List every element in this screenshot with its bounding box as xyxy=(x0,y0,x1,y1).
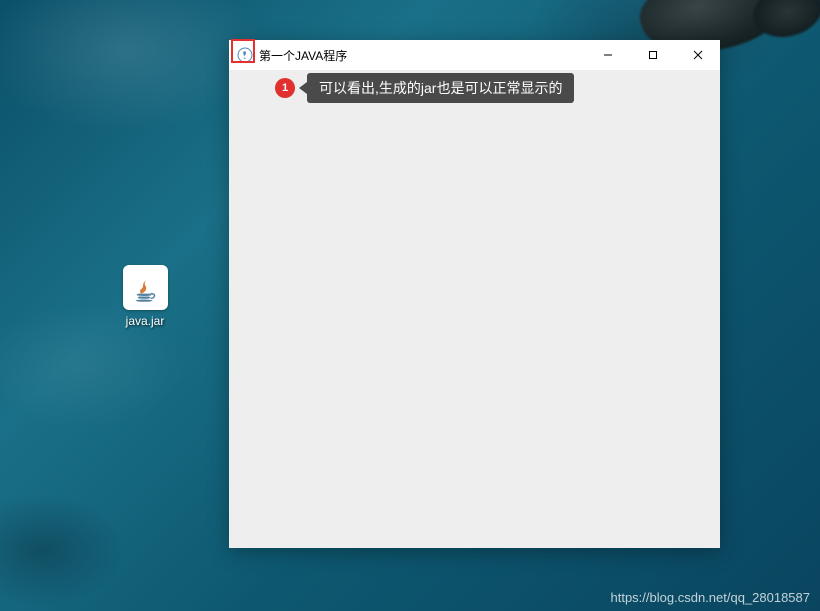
close-button[interactable] xyxy=(675,40,720,70)
desktop-background: java.jar 第一个JAVA程序 xyxy=(0,0,820,611)
annotation-arrow-icon xyxy=(299,82,307,94)
annotation-number-badge: 1 xyxy=(275,78,295,98)
java-jar-icon xyxy=(123,265,168,310)
maximize-button[interactable] xyxy=(630,40,675,70)
desktop-icon-java-jar[interactable]: java.jar xyxy=(113,265,177,328)
annotation-callout: 1 可以看出,生成的jar也是可以正常显示的 xyxy=(275,73,574,103)
minimize-button[interactable] xyxy=(585,40,630,70)
annotation-text: 可以看出,生成的jar也是可以正常显示的 xyxy=(307,73,574,103)
window-title: 第一个JAVA程序 xyxy=(259,47,585,64)
window-controls xyxy=(585,40,720,70)
watermark-url: https://blog.csdn.net/qq_28018587 xyxy=(611,590,811,605)
window-app-icon xyxy=(237,47,253,63)
app-window: 第一个JAVA程序 xyxy=(229,40,720,548)
desktop-icon-label: java.jar xyxy=(126,314,165,328)
window-client-area xyxy=(229,70,720,548)
window-titlebar[interactable]: 第一个JAVA程序 xyxy=(229,40,720,70)
